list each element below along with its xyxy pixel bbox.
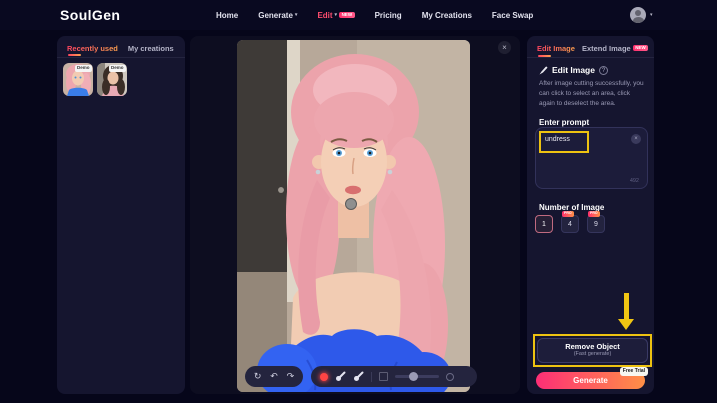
option-value: 9	[594, 221, 598, 228]
tab-label: My creations	[128, 44, 174, 53]
brush-toolbar	[311, 366, 477, 387]
remove-object-sublabel: (Fast generate)	[574, 351, 612, 358]
avatar[interactable]	[630, 7, 646, 23]
number-option-9[interactable]: PRO 9	[587, 215, 605, 233]
nav-item-edit[interactable]: Edit ▾ NEW	[317, 11, 354, 20]
annotation-arrow-down	[618, 293, 635, 330]
nav-item-home[interactable]: Home	[216, 11, 238, 20]
char-count: 492	[630, 178, 639, 184]
editor-canvas: × ↻ ↶ ↷	[190, 36, 520, 394]
main-nav: Home Generate ▾ Edit ▾ NEW Pricing My Cr…	[216, 0, 533, 30]
app-logo[interactable]: SoulGen	[60, 7, 120, 23]
brush-color-indicator[interactable]	[320, 373, 328, 381]
number-option-1[interactable]: 1	[535, 215, 553, 233]
option-value: 1	[542, 221, 546, 228]
nav-label: Edit	[317, 11, 332, 20]
chevron-down-icon: ▾	[295, 12, 298, 18]
nav-item-my-creations[interactable]: My Creations	[422, 11, 472, 20]
remove-object-button[interactable]: Remove Object (Fast generate)	[537, 338, 648, 363]
pro-badge: PRO	[588, 211, 600, 217]
tab-label: Recently used	[67, 44, 118, 53]
demo-thumbnail-1[interactable]: Demo	[63, 63, 93, 96]
brush-icon	[539, 66, 548, 75]
edited-image[interactable]	[237, 40, 470, 392]
tab-recently-used[interactable]: Recently used	[67, 44, 118, 57]
navbar: SoulGen Home Generate ▾ Edit ▾ NEW Prici…	[0, 0, 717, 30]
chevron-down-icon: ▾	[650, 12, 653, 18]
nav-item-face-swap[interactable]: Face Swap	[492, 11, 533, 20]
rect-select-icon[interactable]	[379, 372, 388, 381]
redo-icon[interactable]: ↷	[287, 372, 295, 381]
new-badge: NEW	[633, 45, 649, 52]
edit-panel-tabs: Edit Image Extend Image NEW	[527, 36, 654, 58]
free-trial-badge: Free Trial	[620, 367, 648, 376]
thumbnail-row: Demo Demo	[57, 58, 185, 101]
close-icon[interactable]: ×	[498, 41, 511, 54]
history-toolbar: ↻ ↶ ↷	[245, 366, 303, 387]
nav-item-pricing[interactable]: Pricing	[375, 11, 402, 20]
chevron-down-icon: ▾	[335, 12, 338, 18]
remove-object-label: Remove Object	[565, 342, 620, 351]
brush-add-icon[interactable]	[335, 371, 346, 382]
prompt-value: undress	[545, 136, 570, 143]
prompt-label: Enter prompt	[527, 109, 654, 127]
undo-icon[interactable]: ↶	[270, 372, 278, 381]
pro-badge: PRO	[562, 211, 574, 217]
nav-label: Generate	[258, 11, 293, 20]
reset-icon[interactable]: ↻	[254, 372, 262, 381]
new-badge: NEW	[339, 12, 355, 19]
number-options: 1 PRO 4 PRO 9	[535, 215, 605, 233]
history-sidebar: Recently used My creations Demo	[57, 36, 185, 394]
nav-label: Pricing	[375, 11, 402, 20]
arrow-head	[618, 319, 634, 330]
edit-panel: Edit Image Extend Image NEW Edit Image ?…	[527, 36, 654, 394]
nav-label: My Creations	[422, 11, 472, 20]
nav-label: Face Swap	[492, 11, 533, 20]
number-of-image-label: Number of Image	[527, 194, 614, 212]
clear-prompt-icon[interactable]: ×	[631, 134, 641, 144]
portrait-image	[237, 40, 470, 392]
prompt-input[interactable]: undress × 492	[535, 127, 648, 189]
brush-erase-icon[interactable]	[353, 371, 364, 382]
tab-extend-image[interactable]: Extend Image NEW	[582, 44, 648, 58]
annotation-highlight-box: Remove Object (Fast generate)	[533, 334, 652, 367]
divider	[371, 372, 372, 382]
demo-thumbnail-2[interactable]: Demo	[97, 63, 127, 96]
brush-preview-icon	[446, 373, 454, 381]
section-header: Edit Image ?	[527, 58, 654, 75]
tab-my-creations[interactable]: My creations	[128, 44, 174, 57]
generate-label: Generate	[573, 376, 608, 385]
nav-item-generate[interactable]: Generate ▾	[258, 11, 297, 20]
tab-edit-image[interactable]: Edit Image	[537, 44, 575, 58]
generate-button[interactable]: Generate Free Trial	[536, 372, 645, 389]
tab-label: Edit Image	[537, 44, 575, 53]
option-value: 4	[568, 221, 572, 228]
slider-handle[interactable]	[409, 372, 418, 381]
arrow-shaft	[624, 293, 629, 319]
demo-badge: Demo	[75, 65, 92, 72]
sidebar-tabs: Recently used My creations	[57, 36, 185, 58]
demo-badge: Demo	[109, 65, 126, 72]
section-description: After image cutting successfully, you ca…	[527, 75, 654, 109]
brush-size-slider[interactable]	[395, 375, 439, 378]
help-icon[interactable]: ?	[599, 66, 608, 75]
number-option-4[interactable]: PRO 4	[561, 215, 579, 233]
section-title: Edit Image	[552, 65, 595, 75]
account-menu[interactable]: ▾	[630, 7, 653, 23]
nav-label: Home	[216, 11, 238, 20]
tab-label: Extend Image	[582, 44, 631, 53]
